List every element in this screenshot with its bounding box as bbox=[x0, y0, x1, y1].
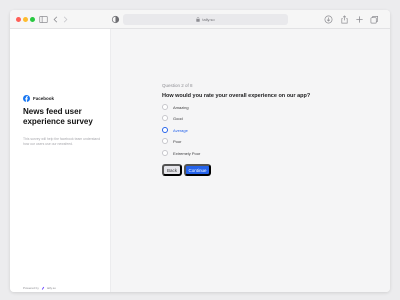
radio-button[interactable] bbox=[162, 138, 168, 144]
brand-name: Facebook bbox=[33, 96, 55, 101]
tally-logo-icon bbox=[41, 286, 45, 290]
option-average[interactable]: Average bbox=[162, 127, 188, 133]
plus-icon[interactable] bbox=[355, 15, 364, 24]
powered-by[interactable]: Powered by tally.so bbox=[23, 286, 56, 290]
maximize-window-button[interactable] bbox=[30, 17, 35, 22]
survey-description: This survey will help the facebook team … bbox=[23, 137, 101, 146]
download-icon[interactable] bbox=[324, 15, 333, 24]
option-label: Good bbox=[173, 115, 183, 121]
option-label: Amazing bbox=[173, 104, 189, 110]
tabs-icon[interactable] bbox=[370, 15, 379, 24]
radio-button-selected[interactable] bbox=[162, 127, 168, 133]
shield-icon[interactable] bbox=[111, 15, 120, 24]
sidebar-icon[interactable] bbox=[39, 15, 48, 24]
back-button[interactable]: Back bbox=[162, 164, 182, 176]
option-good[interactable]: Good bbox=[162, 115, 183, 121]
address-bar[interactable]: tally.so bbox=[123, 14, 288, 25]
option-amazing[interactable]: Amazing bbox=[162, 104, 189, 110]
option-poor[interactable]: Poor bbox=[162, 138, 181, 144]
chevron-left-icon[interactable] bbox=[51, 15, 60, 24]
question-text: How would you rate your overall experien… bbox=[162, 93, 311, 99]
question-progress: Question 2 of 8 bbox=[162, 83, 193, 88]
continue-button[interactable]: Continue bbox=[184, 164, 211, 176]
browser-toolbar: tally.so bbox=[10, 10, 390, 29]
survey-main: Question 2 of 8 How would you rate your … bbox=[111, 29, 390, 292]
option-extremely-poor[interactable]: Extremely Poor bbox=[162, 150, 200, 156]
option-label: Average bbox=[173, 127, 188, 133]
radio-button[interactable] bbox=[162, 115, 168, 121]
facebook-logo-icon bbox=[23, 95, 30, 102]
share-icon[interactable] bbox=[340, 15, 349, 24]
powered-by-label: Powered by bbox=[23, 286, 39, 290]
survey-sidebar: Facebook News feed user experience surve… bbox=[10, 29, 111, 292]
survey-title: News feed user experience survey bbox=[23, 107, 93, 126]
browser-window: tally.so Facebook News feed user experie… bbox=[10, 10, 390, 292]
close-window-button[interactable] bbox=[16, 17, 21, 22]
brand: Facebook bbox=[23, 95, 54, 102]
chevron-right-icon[interactable] bbox=[61, 15, 70, 24]
minimize-window-button[interactable] bbox=[23, 17, 28, 22]
option-label: Poor bbox=[173, 138, 182, 144]
option-label: Extremely Poor bbox=[173, 150, 201, 156]
radio-button[interactable] bbox=[162, 104, 168, 110]
url-text: tally.so bbox=[202, 17, 215, 22]
radio-button[interactable] bbox=[162, 150, 168, 156]
lock-icon bbox=[196, 17, 201, 22]
powered-by-name: tally.so bbox=[46, 286, 56, 290]
